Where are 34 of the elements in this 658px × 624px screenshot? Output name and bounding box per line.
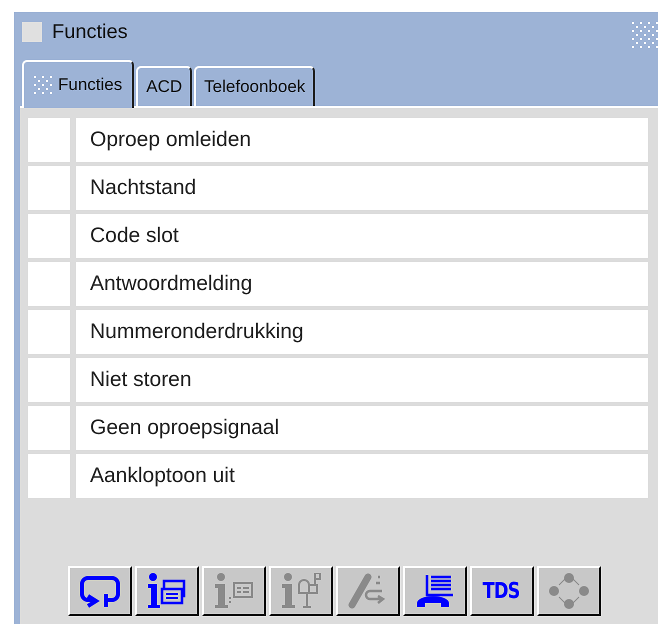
dotted-icon xyxy=(34,76,52,94)
function-item[interactable]: Niet storen xyxy=(76,358,648,402)
function-item[interactable]: Nachtstand xyxy=(76,166,648,210)
window-icon xyxy=(22,22,42,42)
status-cell xyxy=(28,262,70,306)
function-item[interactable]: Code slot xyxy=(76,214,648,258)
phone-list-icon xyxy=(414,573,454,609)
function-item[interactable]: Aankloptoon uit xyxy=(76,454,648,498)
window-title: Functies xyxy=(52,20,128,44)
status-cell xyxy=(28,358,70,402)
toolbar-button[interactable] xyxy=(68,566,132,616)
status-cell xyxy=(28,310,70,354)
function-item[interactable]: Geen oproepsignaal xyxy=(76,406,648,450)
loop-arrow-icon xyxy=(80,574,120,608)
grip-icon xyxy=(632,22,658,48)
tab[interactable]: Telefoonboek xyxy=(194,66,316,106)
status-cell xyxy=(28,406,70,450)
function-item[interactable]: Antwoordmelding xyxy=(76,262,648,306)
tab[interactable]: Functies xyxy=(22,60,134,108)
handset-forward-icon xyxy=(348,573,388,609)
toolbar-button[interactable]: TDS xyxy=(470,566,534,616)
status-cell xyxy=(28,118,70,162)
four-dots-icon xyxy=(548,573,588,609)
toolbar-button[interactable] xyxy=(134,566,198,616)
tab[interactable]: ACD xyxy=(136,66,192,106)
status-cell xyxy=(28,454,70,498)
info-mailbox-icon xyxy=(280,573,320,609)
function-item[interactable]: Nummeronderdrukking xyxy=(76,310,648,354)
function-item[interactable]: Oproep omleiden xyxy=(76,118,648,162)
info-envelope-icon xyxy=(146,573,186,609)
toolbar-button[interactable] xyxy=(402,566,466,616)
status-cell xyxy=(28,166,70,210)
status-cell xyxy=(28,214,70,258)
info-card-icon xyxy=(214,573,254,609)
